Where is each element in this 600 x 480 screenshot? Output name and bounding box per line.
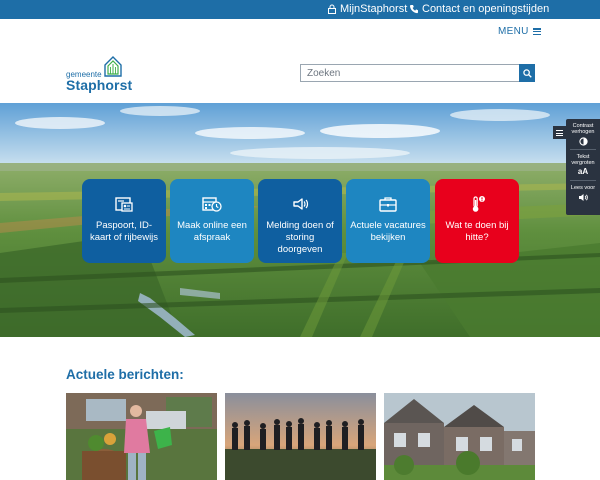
calendar-clock-icon [202,197,222,212]
megaphone-icon [293,198,309,210]
accessibility-panel: Contrast verhogen Tekst vergroten aA Lee… [553,119,600,215]
read-aloud-button[interactable]: Lees voor [566,181,600,202]
news-photo-garden-woman [66,393,217,480]
contact-label: Contact en openingstijden [422,3,550,15]
speaker-icon [579,194,588,202]
tile-melding[interactable]: Melding doen of storing doorgeven [258,179,342,263]
news-photo-houses [384,393,535,480]
id-card-icon [115,197,133,212]
hero-banner: Paspoort, ID-kaart of rijbewijs Maak onl… [0,103,600,337]
contrast-icon [578,137,588,146]
tile-vacatures[interactable]: Actuele vacatures bekijken [346,179,430,263]
search-form [300,64,535,82]
lock-icon [328,4,336,14]
mijn-staphorst-label: MijnStaphorst [340,3,408,15]
top-bar: MijnStaphorst Contact en openingstijden [0,0,600,19]
tile-paspoort-label: Paspoort, ID-kaart of rijbewijs [89,220,159,243]
logo[interactable]: gemeente Staphorst [66,55,132,93]
contrast-button[interactable]: Contrast verhogen [566,119,600,146]
tile-hitte-label: Wat te doen bij hitte? [445,220,509,243]
text-size-button[interactable]: Tekst vergroten aA [566,150,600,177]
news-photo-sunset-people [225,393,376,480]
contact-link[interactable]: Contact en openingstijden [409,3,549,15]
news-card-3[interactable] [384,393,535,480]
house-logo-icon [104,56,122,77]
tile-afspraak[interactable]: Maak online een afspraak [170,179,254,263]
text-size-label: Tekst vergroten [571,154,595,167]
search-input[interactable] [300,64,519,82]
contrast-label: Contrast verhogen [571,123,595,136]
tile-vacatures-label: Actuele vacatures bekijken [350,220,426,243]
tile-paspoort[interactable]: Paspoort, ID-kaart of rijbewijs [82,179,166,263]
thermometer-alert-icon [472,196,485,212]
news-card-2[interactable] [225,393,376,480]
search-button[interactable] [519,64,535,82]
menu-button[interactable]: MENU [498,26,541,37]
search-icon [522,68,532,78]
hamburger-icon [532,28,541,35]
logo-big-text: Staphorst [66,77,133,93]
news-card-1[interactable] [66,393,217,480]
phone-icon [409,5,418,14]
menu-label: MENU [498,26,529,37]
tile-melding-label: Melding doen of storing doorgeven [266,220,334,255]
mijn-staphorst-link[interactable]: MijnStaphorst [327,3,407,15]
text-size-icon: aA [577,167,589,177]
read-aloud-label: Lees voor [570,184,596,191]
news-heading: Actuele berichten: [66,367,184,382]
tile-hitte[interactable]: Wat te doen bij hitte? [435,179,519,263]
briefcase-icon [379,197,397,212]
accessibility-menu-icon[interactable] [553,126,566,139]
tile-afspraak-label: Maak online een afspraak [177,220,247,243]
